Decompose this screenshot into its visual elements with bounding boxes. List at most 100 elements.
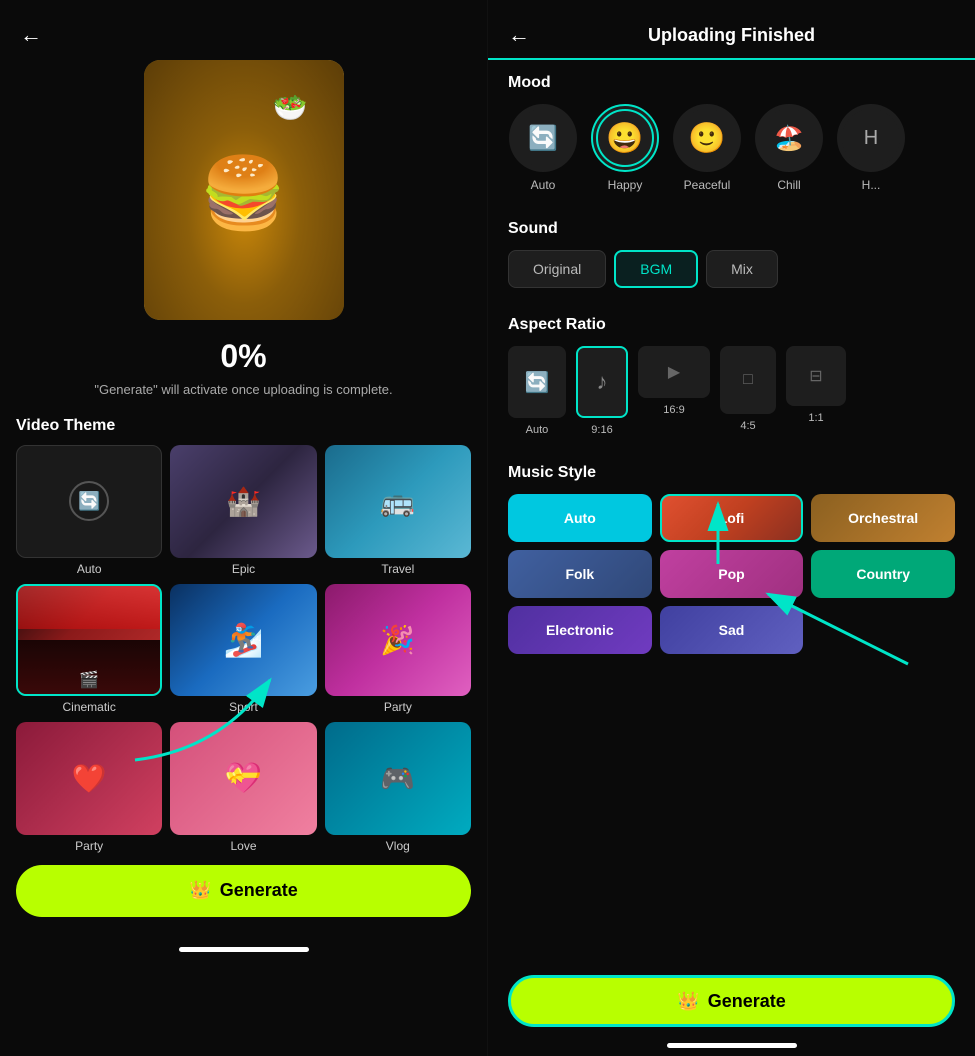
theme-thumb-sport: 🏂 (170, 584, 316, 697)
theme-grid: 🔄 Auto 🏰 Epic 🚌 Travel 🎬 Cinematic (16, 445, 471, 853)
progress-hint: "Generate" will activate once uploading … (94, 381, 392, 399)
generate-label-right: Generate (708, 991, 786, 1012)
mood-label-auto: Auto (531, 178, 556, 192)
mood-section: Mood 🔄 Auto 😀 Happy (488, 60, 975, 192)
music-country-button[interactable]: Country (811, 550, 955, 598)
epic-icon: 🏰 (226, 485, 261, 518)
theme-item-epic[interactable]: 🏰 Epic (170, 445, 316, 576)
right-panel: ← Uploading Finished Mood 🔄 Auto 😀 (487, 0, 975, 1056)
mood-item-happy[interactable]: 😀 Happy (590, 104, 660, 192)
theme-thumb-love: 💝 (170, 722, 316, 835)
mood-label-chill: Chill (777, 178, 800, 192)
music-orchestral-button[interactable]: Orchestral (811, 494, 955, 542)
mood-circle-inner-chill: 🏖️ (760, 109, 818, 167)
mood-circle-h: H (837, 104, 905, 172)
ratio-label-auto: Auto (526, 424, 549, 436)
music-folk-button[interactable]: Folk (508, 550, 652, 598)
ratio-section: Aspect Ratio 🔄 Auto ♪ 9:16 ▶ 1 (488, 302, 975, 436)
music-lofi-button[interactable]: Lofi (660, 494, 804, 542)
theme-item-sport[interactable]: 🏂 Sport (170, 584, 316, 715)
theme-thumb-cinematic: 🎬 (16, 584, 162, 697)
theme-thumb-travel: 🚌 (325, 445, 471, 558)
theme-thumb-epic: 🏰 (170, 445, 316, 558)
mood-circle-inner-happy: 😀 (596, 109, 654, 167)
generate-icon-right: 👑 (677, 991, 699, 1012)
auto-icon: 🔄 (69, 481, 109, 521)
ratio-row: 🔄 Auto ♪ 9:16 ▶ 16:9 □ (508, 346, 955, 436)
cinema-screen (18, 586, 160, 629)
ratio-box-169: ▶ (638, 346, 710, 398)
mood-item-h[interactable]: H H... (836, 104, 906, 192)
ratio-item-45[interactable]: □ 4:5 (720, 346, 776, 432)
mood-item-chill[interactable]: 🏖️ Chill (754, 104, 824, 192)
right-arrows-container (488, 654, 975, 961)
right-bottom-bar (667, 1043, 797, 1048)
love-icon: 💝 (225, 761, 262, 796)
sound-section-title: Sound (508, 220, 955, 238)
mood-label-happy: Happy (608, 178, 643, 192)
ratio-label-916: 9:16 (591, 424, 612, 436)
mood-item-auto[interactable]: 🔄 Auto (508, 104, 578, 192)
theme-item-auto[interactable]: 🔄 Auto (16, 445, 162, 576)
mood-circle-auto: 🔄 (509, 104, 577, 172)
mood-item-peaceful[interactable]: 🙂 Peaceful (672, 104, 742, 192)
sound-row: Original BGM Mix (508, 250, 955, 288)
theme-label-party2: Party (75, 839, 103, 853)
theme-item-cinematic[interactable]: 🎬 Cinematic (16, 584, 162, 715)
ratio-box-11: ⊟ (786, 346, 846, 406)
mood-section-title: Mood (508, 74, 955, 92)
music-grid: Auto Lofi Orchestral Folk Pop Country El… (508, 494, 955, 654)
mood-label-h: H... (862, 178, 881, 192)
cinema-seats: 🎬 (18, 640, 160, 694)
mood-circle-inner-auto: 🔄 (514, 109, 572, 167)
party2-icon: ❤️ (72, 762, 107, 795)
ratio-item-169[interactable]: ▶ 16:9 (638, 346, 710, 416)
theme-label-party: Party (384, 700, 412, 714)
ratio-section-title: Aspect Ratio (508, 316, 955, 334)
ratio-label-45: 4:5 (740, 420, 755, 432)
ratio-box-auto: 🔄 (508, 346, 566, 418)
ratio-label-169: 16:9 (663, 404, 684, 416)
theme-thumb-party2: ❤️ (16, 722, 162, 835)
travel-icon: 🚌 (380, 485, 415, 518)
sound-bgm-button[interactable]: BGM (614, 250, 698, 288)
left-generate-button[interactable]: 👑 Generate (16, 865, 471, 917)
sound-mix-button[interactable]: Mix (706, 250, 778, 288)
left-back-button[interactable]: ← (20, 22, 42, 48)
music-auto-button[interactable]: Auto (508, 494, 652, 542)
theme-item-vlog[interactable]: 🎮 Vlog (325, 722, 471, 853)
theme-label-love: Love (230, 839, 256, 853)
music-electronic-button[interactable]: Electronic (508, 606, 652, 654)
mood-circle-inner-h: H (842, 109, 900, 167)
theme-thumb-party: 🎉 (325, 584, 471, 697)
sport-icon: 🏂 (224, 621, 264, 659)
theme-thumb-auto: 🔄 (16, 445, 162, 558)
theme-label-sport: Sport (229, 700, 258, 714)
ratio-item-11[interactable]: ⊟ 1:1 (786, 346, 846, 424)
right-back-button[interactable]: ← (508, 22, 530, 48)
sound-original-button[interactable]: Original (508, 250, 606, 288)
mood-circle-inner-peaceful: 🙂 (678, 109, 736, 167)
right-header: ← Uploading Finished (488, 0, 975, 60)
progress-text: 0% (220, 338, 266, 375)
theme-label-epic: Epic (232, 562, 255, 576)
mood-circle-happy: 😀 (591, 104, 659, 172)
generate-icon-left: 👑 (189, 880, 211, 901)
theme-item-party2[interactable]: ❤️ Party (16, 722, 162, 853)
left-panel: ← 0% "Generate" will activate once uploa… (0, 0, 487, 1056)
theme-item-love[interactable]: 💝 Love (170, 722, 316, 853)
right-title: Uploading Finished (542, 25, 921, 46)
ratio-label-11: 1:1 (808, 412, 823, 424)
party-icon: 🎉 (380, 624, 415, 657)
ratio-item-auto[interactable]: 🔄 Auto (508, 346, 566, 436)
right-generate-button[interactable]: 👑 Generate (508, 975, 955, 1027)
theme-item-travel[interactable]: 🚌 Travel (325, 445, 471, 576)
mood-row: 🔄 Auto 😀 Happy 🙂 (508, 104, 955, 192)
music-pop-button[interactable]: Pop (660, 550, 804, 598)
ratio-item-916[interactable]: ♪ 9:16 (576, 346, 628, 436)
vlog-icon: 🎮 (380, 762, 415, 795)
ratio-box-45: □ (720, 346, 776, 414)
mood-circle-chill: 🏖️ (755, 104, 823, 172)
theme-item-party[interactable]: 🎉 Party (325, 584, 471, 715)
music-sad-button[interactable]: Sad (660, 606, 804, 654)
